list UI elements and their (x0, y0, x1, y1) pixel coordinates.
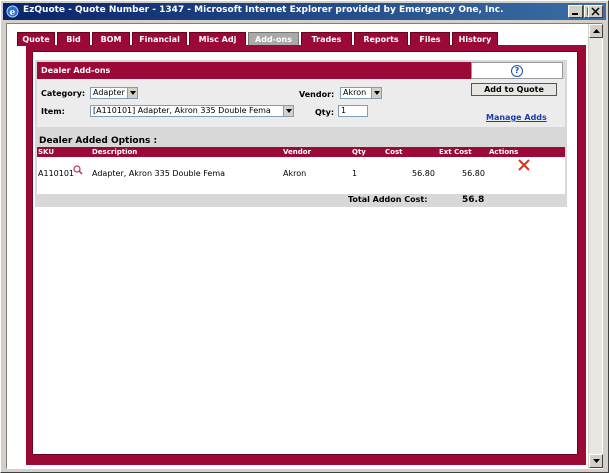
vertical-scrollbar[interactable] (588, 24, 603, 468)
minimize-button[interactable] (568, 5, 583, 18)
options-table-header: SKU Description Vendor Qty Cost Ext Cost… (37, 147, 565, 157)
title-bar: e EzQuote - Quote Number - 1347 - Micros… (3, 3, 606, 20)
category-select[interactable]: Adapter (90, 87, 138, 99)
row-description: Adapter, Akron 335 Double Fema (92, 169, 226, 178)
col-ext-cost: Ext Cost (439, 148, 472, 156)
row-qty: 1 (352, 169, 358, 178)
qty-label: Qty: (315, 108, 335, 117)
row-ext-cost: 56.80 (462, 169, 485, 178)
tab-reports[interactable]: Reports (354, 32, 408, 46)
col-qty: Qty (352, 148, 366, 156)
options-title: Dealer Added Options : (39, 136, 158, 146)
tab-quote[interactable]: Quote (17, 32, 55, 46)
col-sku: SKU (38, 148, 55, 156)
help-icon[interactable]: ? (511, 65, 523, 77)
browser-window: e EzQuote - Quote Number - 1347 - Micros… (0, 0, 609, 473)
row-sku: A110101 (38, 169, 75, 178)
col-vendor: Vendor (283, 148, 312, 156)
category-label: Category: (41, 89, 86, 98)
ie-icon: e (6, 5, 19, 18)
delete-x-icon[interactable] (518, 159, 530, 173)
col-actions: Actions (489, 148, 519, 156)
col-cost: Cost (385, 148, 403, 156)
tab-files[interactable]: Files (410, 32, 450, 46)
window-title: EzQuote - Quote Number - 1347 - Microsof… (23, 5, 504, 15)
vendor-label: Vendor: (299, 90, 335, 99)
close-button[interactable] (588, 5, 603, 18)
item-value: [A110101] Adapter, Akron 335 Double Fema (93, 106, 271, 115)
tab-bid[interactable]: Bid (57, 32, 90, 46)
tab-add-ons[interactable]: Add-ons (248, 32, 299, 46)
tab-financial[interactable]: Financial (132, 32, 187, 46)
addon-form: Category: Adapter Vendor: Akron Add to Q… (37, 79, 565, 127)
vendor-value: Akron (343, 88, 367, 97)
chevron-down-icon (127, 88, 137, 98)
tab-misc-adj[interactable]: Misc Adj (189, 32, 246, 46)
table-row: A110101 Adapter, Akron 335 Double Fema A… (37, 157, 565, 194)
page-content: Quote Bid BOM Financial Misc Adj Add-ons… (6, 23, 603, 469)
item-select[interactable]: [A110101] Adapter, Akron 335 Double Fema (90, 105, 294, 117)
manage-adds-link[interactable]: Manage Adds (486, 113, 547, 122)
chevron-down-icon (371, 88, 381, 98)
svg-text:e: e (10, 8, 16, 18)
tab-bom[interactable]: BOM (92, 32, 130, 46)
chevron-down-icon (283, 106, 293, 116)
vendor-select[interactable]: Akron (340, 87, 382, 99)
category-value: Adapter (93, 88, 125, 97)
total-label: Total Addon Cost: (348, 195, 428, 204)
help-box: ? (471, 62, 563, 79)
total-value: 56.8 (462, 195, 485, 205)
content-panel: Dealer Add-ons ? Category: Adapter Vendo… (32, 51, 578, 455)
item-label: Item: (41, 107, 65, 116)
tab-trades[interactable]: Trades (301, 32, 352, 46)
tab-history[interactable]: History (452, 32, 498, 46)
dealer-addons-panel: Dealer Add-ons ? Category: Adapter Vendo… (35, 60, 567, 207)
row-cost: 56.80 (412, 169, 435, 178)
magnifier-icon[interactable] (73, 165, 83, 177)
add-to-quote-button[interactable]: Add to Quote (471, 83, 557, 96)
scroll-up-button[interactable] (589, 24, 603, 38)
panel-title: Dealer Add-ons (37, 62, 471, 79)
row-vendor: Akron (283, 169, 307, 178)
content-frame: Dealer Add-ons ? Category: Adapter Vendo… (26, 45, 586, 465)
col-description: Description (92, 148, 138, 156)
qty-input[interactable]: 1 (338, 105, 368, 117)
options-table-footer: Total Addon Cost: 56.8 (37, 194, 565, 206)
scroll-down-button[interactable] (589, 454, 603, 468)
